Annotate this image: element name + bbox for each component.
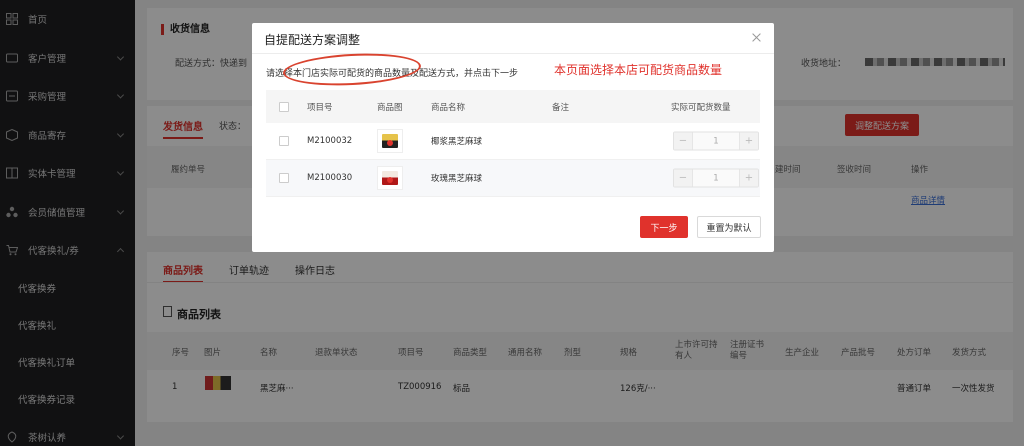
table-row: M2100032 椰浆黑芝麻球 − 1 + (266, 123, 760, 160)
reset-default-button[interactable]: 重置为默认 (697, 216, 761, 238)
minus-icon[interactable]: − (674, 132, 692, 150)
row-project-no: M2100032 (307, 136, 353, 146)
modal-header-divider (252, 53, 774, 54)
row-product-name: 玫瑰黑芝麻球 (431, 174, 483, 184)
col-product-image: 商品图 (377, 102, 403, 113)
next-step-button[interactable]: 下一步 (640, 216, 688, 238)
quantity-stepper[interactable]: − 1 + (673, 131, 759, 151)
plus-icon[interactable]: + (740, 169, 758, 187)
highlight-ellipse (282, 50, 422, 89)
col-project-no: 项目号 (307, 102, 333, 113)
select-all-checkbox[interactable] (279, 101, 289, 112)
delivery-plan-modal: 自提配送方案调整 请选择本门店实际可配货的商品数量及配送方式，并点击下一步 本页… (252, 23, 774, 252)
product-qty-table: 项目号 商品图 商品名称 备注 实际可配货数量 M2100032 椰浆黑芝麻球 … (266, 90, 760, 197)
col-product-name: 商品名称 (431, 102, 466, 113)
modal-title: 自提配送方案调整 (264, 33, 361, 47)
qty-table-header: 项目号 商品图 商品名称 备注 实际可配货数量 (266, 90, 760, 123)
row-checkbox[interactable] (279, 173, 289, 183)
quantity-value[interactable]: 1 (692, 132, 740, 150)
plus-icon[interactable]: + (740, 132, 758, 150)
product-image (377, 166, 403, 190)
quantity-value[interactable]: 1 (692, 169, 740, 187)
minus-icon[interactable]: − (674, 169, 692, 187)
row-project-no: M2100030 (307, 173, 353, 183)
col-remark: 备注 (552, 102, 570, 113)
annotation-text: 本页面选择本店可配货商品数量 (554, 63, 723, 77)
product-image (377, 129, 403, 153)
table-row: M2100030 玫瑰黑芝麻球 − 1 + (266, 160, 760, 197)
quantity-stepper[interactable]: − 1 + (673, 168, 759, 188)
close-icon[interactable] (751, 32, 762, 43)
row-product-name: 椰浆黑芝麻球 (431, 137, 483, 147)
row-checkbox[interactable] (279, 136, 289, 146)
col-available-qty: 实际可配货数量 (671, 102, 731, 113)
